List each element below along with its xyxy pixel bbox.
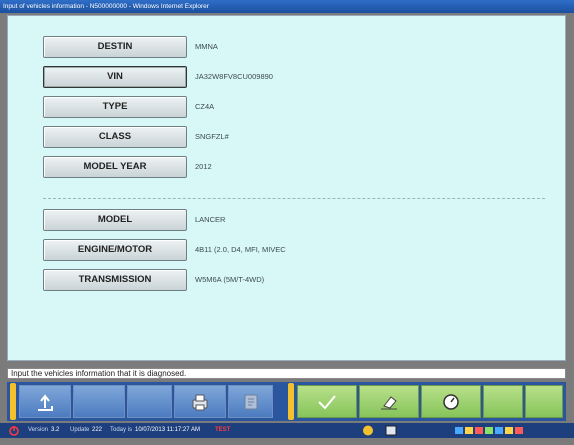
engine-motor-button[interactable]: ENGINE/MOTOR	[43, 239, 187, 261]
version-label: Version	[28, 427, 49, 433]
help-icon[interactable]	[362, 423, 374, 438]
transmission-value: W5M6A (5M/T-4WD)	[195, 275, 265, 284]
eraser-icon	[381, 395, 397, 409]
today-datetime: 10/07/2013 11:17:27 AM	[135, 427, 200, 433]
status-footer: Version 3.2 Update 222 Today is 10/07/20…	[0, 423, 574, 438]
toolbar-empty-slot	[525, 385, 563, 418]
type-button[interactable]: TYPE	[43, 96, 187, 118]
model-value: LANCER	[195, 215, 226, 224]
toolbar-separator	[10, 383, 16, 420]
section-divider	[43, 198, 545, 199]
function-toolbar	[7, 382, 566, 421]
engine-motor-value: 4B11 (2.0, D4, MFI, MIVEC	[195, 245, 286, 254]
confirm-button[interactable]	[297, 385, 357, 418]
toolbar-empty-slot	[483, 385, 523, 418]
model-year-button[interactable]: MODEL YEAR	[43, 156, 187, 178]
connection-icon[interactable]	[384, 423, 398, 438]
destin-button[interactable]: DESTIN	[43, 36, 187, 58]
vin-value: JA32W8FV8CU009890	[195, 72, 273, 81]
timer-button[interactable]	[421, 385, 481, 418]
clear-button[interactable]	[359, 385, 419, 418]
destin-value: MMNA	[195, 42, 218, 51]
back-button[interactable]	[19, 385, 71, 418]
today-label: Today is	[110, 427, 133, 433]
clock-icon	[443, 393, 459, 410]
tray-icons[interactable]	[455, 423, 533, 438]
print-icon	[192, 394, 208, 410]
power-icon[interactable]	[8, 423, 20, 438]
vin-button[interactable]: VIN	[43, 66, 187, 88]
transmission-button[interactable]: TRANSMISSION	[43, 269, 187, 291]
toolbar-empty-slot	[73, 385, 125, 418]
checkmark-icon	[318, 394, 336, 409]
memo-button[interactable]	[228, 385, 273, 418]
vehicle-info-panel: DESTIN MMNA VIN JA32W8FV8CU009890 TYPE C…	[7, 15, 566, 361]
back-up-arrow-icon	[38, 393, 53, 411]
print-button[interactable]	[174, 385, 226, 418]
status-message: Input the vehicles information that it i…	[7, 368, 566, 379]
toolbar-separator	[288, 383, 294, 420]
application-window: Input of vehicles information - N5000000…	[0, 0, 574, 438]
update-label: Update	[70, 427, 90, 433]
window-title: Input of vehicles information - N5000000…	[0, 0, 574, 13]
type-value: CZ4A	[195, 102, 215, 111]
update-number: 222	[92, 427, 103, 433]
class-value: SNGFZL#	[195, 132, 229, 141]
model-year-value: 2012	[195, 162, 212, 171]
class-button[interactable]: CLASS	[43, 126, 187, 148]
version-number: 3.2	[51, 427, 60, 433]
mode-indicator: TEST	[215, 427, 231, 433]
model-button[interactable]: MODEL	[43, 209, 187, 231]
memo-icon	[244, 394, 257, 409]
toolbar-empty-slot	[127, 385, 172, 418]
